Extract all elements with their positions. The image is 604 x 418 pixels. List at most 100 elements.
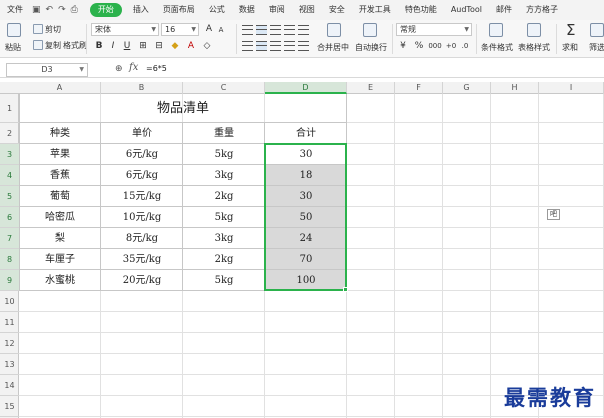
cut-icon[interactable] (33, 24, 43, 34)
table-cell[interactable]: 3kg (183, 165, 265, 186)
merge-center-icon[interactable] (327, 23, 341, 37)
table-cell[interactable]: 5kg (183, 144, 265, 165)
row-header-12[interactable]: 12 (0, 333, 19, 354)
justify-icon[interactable] (284, 41, 295, 51)
tab-4[interactable]: 数据 (232, 0, 262, 20)
formula-input[interactable]: =6*5 (146, 64, 167, 73)
increase-decimal-icon[interactable]: +0 (445, 40, 457, 52)
table-cell[interactable]: 葡萄 (19, 186, 101, 207)
decrease-font-icon[interactable]: A (215, 24, 227, 36)
copy-icon[interactable] (33, 40, 43, 50)
format-painter-button[interactable]: 格式刷 (63, 40, 87, 51)
currency-button[interactable]: ¥ (397, 40, 409, 52)
row-header-15[interactable]: 15 (0, 396, 19, 417)
fill-handle[interactable] (343, 287, 348, 292)
tab-8[interactable]: 开发工具 (352, 0, 398, 20)
thousands-button[interactable]: 000 (427, 40, 443, 52)
increase-font-icon[interactable]: A (203, 23, 215, 35)
row-header-6[interactable]: 6 (0, 207, 19, 228)
row-header-13[interactable]: 13 (0, 354, 19, 375)
table-cell[interactable]: 2kg (183, 249, 265, 270)
column-title-cell[interactable]: 合计 (265, 123, 347, 144)
row-header-10[interactable]: 10 (0, 291, 19, 312)
quick-analysis-button[interactable]: 吧 (547, 209, 560, 220)
table-cell[interactable]: 6元/kg (101, 144, 183, 165)
decrease-decimal-icon[interactable]: .0 (459, 40, 471, 52)
row-header-7[interactable]: 7 (0, 228, 19, 249)
tab-10[interactable]: AudTool (444, 0, 489, 20)
indent-left-icon[interactable] (284, 25, 295, 35)
tab-9[interactable]: 特色功能 (398, 0, 444, 20)
table-cell[interactable]: 香蕉 (19, 165, 101, 186)
underline-button[interactable]: U (121, 40, 133, 52)
name-box[interactable]: D3 ▼ (6, 63, 88, 77)
table-cell[interactable]: 5kg (183, 207, 265, 228)
border-icon[interactable]: ⊞ (137, 40, 149, 52)
column-header-c[interactable]: C (183, 82, 265, 94)
align-left-icon[interactable] (242, 41, 253, 51)
percent-button[interactable]: % (413, 40, 425, 52)
row-header-9[interactable]: 9 (0, 270, 19, 291)
cell-grid[interactable]: 物品清单 种类 单价 重量 合计 苹果 6元/kg 5kg 30 香蕉 6元/kg 3kg 18 葡萄 15… (19, 94, 604, 418)
column-title-cell[interactable]: 重量 (183, 123, 265, 144)
tab-1[interactable]: 插入 (126, 0, 156, 20)
table-cell[interactable]: 20元/kg (101, 270, 183, 291)
table-cell[interactable]: 3kg (183, 228, 265, 249)
tab-0[interactable]: 开始 (89, 3, 122, 17)
cell-style-icon[interactable]: ⊟ (153, 40, 165, 52)
column-header-d[interactable]: D (265, 82, 347, 94)
table-cell[interactable]: 2kg (183, 186, 265, 207)
tab-12[interactable]: 方方格子 (519, 0, 565, 20)
indent-right-icon[interactable] (298, 25, 309, 35)
tab-6[interactable]: 视图 (292, 0, 322, 20)
column-header-h[interactable]: H (491, 82, 539, 94)
merge-center-button[interactable]: 合并居中 (317, 42, 349, 53)
clear-format-icon[interactable]: ◇ (201, 40, 213, 52)
tab-5[interactable]: 审阅 (262, 0, 292, 20)
table-cell[interactable]: 苹果 (19, 144, 101, 165)
row-header-14[interactable]: 14 (0, 375, 19, 396)
cut-button[interactable]: 剪切 (45, 24, 61, 35)
table-cell[interactable]: 梨 (19, 228, 101, 249)
copy-button[interactable]: 复制 (45, 40, 61, 51)
column-header-g[interactable]: G (443, 82, 491, 94)
tab-7[interactable]: 安全 (322, 0, 352, 20)
wrap-text-button[interactable]: 自动换行 (355, 42, 387, 53)
column-header-i[interactable]: I (539, 82, 604, 94)
row-header-5[interactable]: 5 (0, 186, 19, 207)
sum-button[interactable]: 求和 (562, 42, 578, 53)
row-header-3[interactable]: 3 (0, 144, 19, 165)
column-title-cell[interactable]: 种类 (19, 123, 101, 144)
column-header-f[interactable]: F (395, 82, 443, 94)
number-format-select[interactable]: 常规 ▼ (396, 23, 472, 36)
align-bottom-icon[interactable] (270, 25, 281, 35)
insert-function-icon[interactable]: fx (129, 62, 138, 73)
align-right-icon[interactable] (270, 41, 281, 51)
tab-11[interactable]: 邮件 (489, 0, 519, 20)
print-icon[interactable]: ⎙ (71, 5, 78, 15)
paste-icon[interactable] (7, 23, 21, 37)
distribute-icon[interactable] (298, 41, 309, 51)
table-cell[interactable]: 35元/kg (101, 249, 183, 270)
redo-icon[interactable]: ↷ (58, 5, 66, 15)
table-cell[interactable]: 5kg (183, 270, 265, 291)
conditional-format-icon[interactable] (489, 23, 503, 37)
undo-icon[interactable]: ↶ (46, 5, 54, 15)
column-header-b[interactable]: B (101, 82, 183, 94)
sum-icon[interactable]: Σ (566, 21, 575, 39)
tab-3[interactable]: 公式 (202, 0, 232, 20)
italic-button[interactable]: I (107, 40, 119, 52)
align-top-icon[interactable] (242, 25, 253, 35)
table-cell[interactable]: 10元/kg (101, 207, 183, 228)
column-header-a[interactable]: A (19, 82, 101, 94)
filter-button[interactable]: 筛选 (589, 42, 604, 53)
filter-icon[interactable] (590, 23, 604, 37)
table-style-button[interactable]: 表格样式 (518, 42, 550, 53)
file-menu[interactable]: 文件 (0, 0, 30, 20)
paste-button[interactable]: 粘贴 (5, 42, 21, 53)
column-header-e[interactable]: E (347, 82, 395, 94)
row-header-2[interactable]: 2 (0, 123, 19, 144)
font-size-select[interactable]: 16 ▼ (161, 23, 199, 36)
column-title-cell[interactable]: 单价 (101, 123, 183, 144)
fill-color-icon[interactable]: ◆ (169, 40, 181, 52)
